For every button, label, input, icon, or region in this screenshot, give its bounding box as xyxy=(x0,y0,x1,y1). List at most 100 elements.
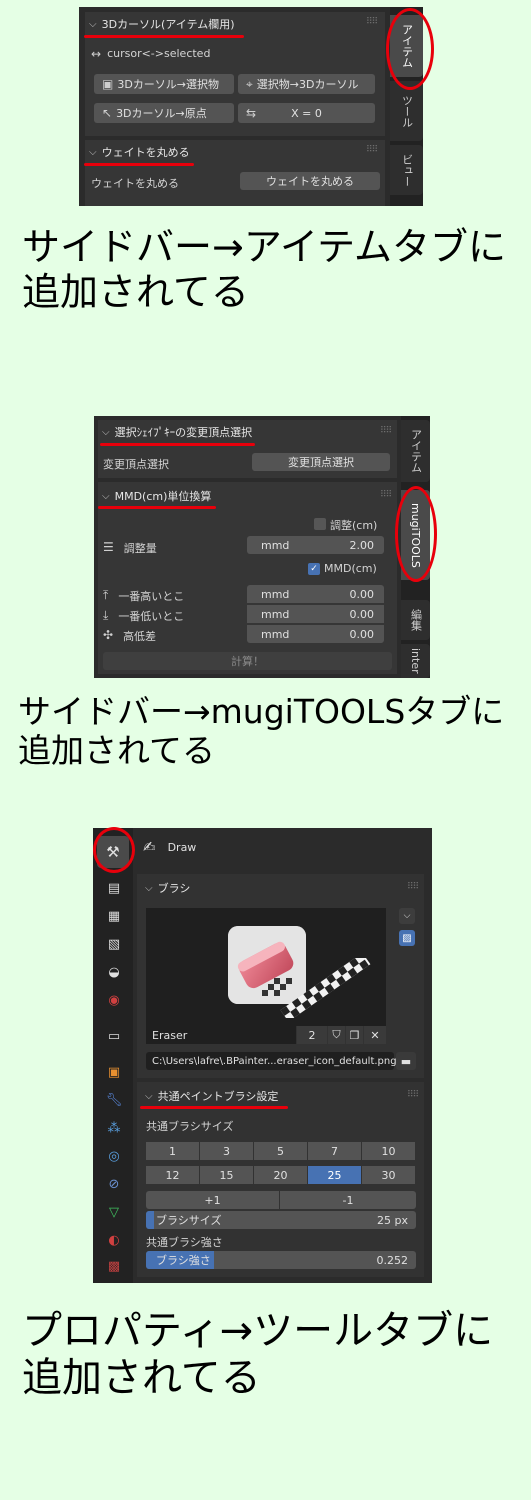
drag-grip-icon[interactable]: ⠿⠿ xyxy=(366,145,378,155)
cursor-selected-label: ↔ cursor<->selected xyxy=(91,47,211,61)
height-diff-field[interactable]: mmd 0.00 xyxy=(247,625,384,643)
size-preset-5-button[interactable]: 5 xyxy=(254,1142,307,1160)
world-icon[interactable]: ◉ xyxy=(106,992,122,1008)
folder-icon[interactable]: ▬ xyxy=(396,1052,416,1070)
swap-arrows-icon: ↔ xyxy=(91,47,102,61)
highest-field[interactable]: mmd 0.00 xyxy=(247,585,384,603)
tab-view[interactable]: ビュー xyxy=(390,145,423,195)
section-mmd-units xyxy=(98,482,397,674)
annotation-circle xyxy=(395,486,437,582)
vertex-select-label: 変更頂点選択 xyxy=(103,458,169,471)
lowest-label: ⤓ 一番低いとこ xyxy=(103,608,185,623)
screenshot-mugitools-tab: ⌵ 選択ｼｪｲﾌﾟｷｰの変更頂点選択 ⠿⠿ 変更頂点選択 変更頂点選択 ⌵ MM… xyxy=(94,416,430,678)
size-preset-15-button[interactable]: 15 xyxy=(200,1166,253,1184)
size-minus-one-button[interactable]: -1 xyxy=(280,1191,416,1209)
vertex-select-button[interactable]: 変更頂点選択 xyxy=(252,453,390,471)
size-plus-one-button[interactable]: +1 xyxy=(146,1191,279,1209)
brush-dropdown-button[interactable]: ⌵ xyxy=(399,908,415,924)
size-preset-25-button[interactable]: 25 xyxy=(308,1166,361,1184)
selected-to-cursor-button[interactable]: ⌖ 選択物→3Dカーソル xyxy=(238,74,375,94)
drag-grip-icon[interactable]: ⠿⠿ xyxy=(407,882,419,892)
size-preset-12-button[interactable]: 12 xyxy=(146,1166,199,1184)
collection-icon[interactable]: ▭ xyxy=(106,1028,122,1044)
size-preset-3-button[interactable]: 3 xyxy=(200,1142,253,1160)
section-title: 共通ペイントブラシ設定 xyxy=(157,1090,279,1103)
size-preset-1-button[interactable]: 1 xyxy=(146,1142,199,1160)
chevron-down-icon: ⌵ xyxy=(403,911,411,921)
tab-edit[interactable]: 編集 xyxy=(401,600,430,640)
cursor-target-icon: ⌖ xyxy=(246,76,253,91)
size-preset-10-button[interactable]: 10 xyxy=(362,1142,415,1160)
annotation-underline xyxy=(84,163,194,166)
unlink-close-icon[interactable]: ✕ xyxy=(364,1026,386,1044)
output-icon[interactable]: ▦ xyxy=(106,908,122,924)
drag-grip-icon[interactable]: ⠿⠿ xyxy=(380,490,392,500)
brush-name-field[interactable]: Eraser xyxy=(146,1026,296,1044)
physics-icon[interactable]: ◎ xyxy=(106,1148,122,1164)
fake-user-shield-icon[interactable]: ⛉ xyxy=(328,1026,345,1044)
data-icon[interactable]: ▽ xyxy=(106,1204,122,1220)
brush-users-count[interactable]: 2 xyxy=(297,1026,327,1044)
chevron-down-icon: ⌵ xyxy=(102,426,110,438)
view-layer-icon[interactable]: ▧ xyxy=(106,936,122,952)
tool-name: Draw xyxy=(167,840,197,854)
cursor-to-selected-button[interactable]: ▣ 3Dカーソル→選択物 xyxy=(94,74,234,94)
mmd-cm-label: MMD(cm) xyxy=(324,562,377,575)
annotation-circle xyxy=(386,8,434,90)
brush-size-slider[interactable]: ブラシサイズ 25 px xyxy=(146,1211,416,1229)
texture-icon[interactable]: ▩ xyxy=(106,1258,122,1274)
brush-preview[interactable] xyxy=(146,908,386,1026)
section-header-3d-cursor[interactable]: ⌵ 3Dカーソル(アイテム欄用) xyxy=(89,16,235,32)
section-header-round-weights[interactable]: ⌵ ウェイトを丸める xyxy=(89,144,190,160)
particles-icon[interactable]: ⁂ xyxy=(106,1120,122,1136)
drag-grip-icon[interactable]: ⠿⠿ xyxy=(366,17,378,27)
modifier-icon[interactable]: 🔧︎ xyxy=(106,1092,123,1108)
cube-icon: ▣ xyxy=(102,77,114,91)
drag-grip-icon[interactable]: ⠿⠿ xyxy=(380,426,392,436)
tab-item[interactable]: アイテム xyxy=(401,420,430,482)
lowest-field[interactable]: mmd 0.00 xyxy=(247,605,384,623)
section-header-shapekey[interactable]: ⌵ 選択ｼｪｲﾌﾟｷｰの変更頂点選択 xyxy=(102,424,252,440)
section-title: 3Dカーソル(アイテム欄用) xyxy=(101,18,235,31)
annotation-circle xyxy=(93,827,135,873)
section-header-mmd[interactable]: ⌵ MMD(cm)単位換算 xyxy=(102,488,211,504)
section-title: ブラシ xyxy=(157,882,191,895)
round-weights-button[interactable]: ウェイトを丸める xyxy=(240,172,380,190)
brush-size-fill xyxy=(146,1211,155,1229)
chevron-down-icon: ⌵ xyxy=(145,1090,153,1102)
object-icon[interactable]: ▣ xyxy=(106,1064,122,1080)
constraints-icon[interactable]: ⊘ xyxy=(106,1176,122,1192)
size-preset-7-button[interactable]: 7 xyxy=(308,1142,361,1160)
section-header-common-brush[interactable]: ⌵ 共通ペイントブラシ設定 xyxy=(145,1088,278,1104)
annotation-underline xyxy=(98,506,216,509)
brush-image-icon[interactable]: ▨ xyxy=(399,930,415,946)
cursor-to-origin-button[interactable]: ↖ 3Dカーソル→原点 xyxy=(94,103,234,123)
mmd-cm-checkbox[interactable]: ✓ xyxy=(308,563,320,575)
annotation-underline xyxy=(100,443,255,446)
arrow-up-bar-icon: ⤒ xyxy=(103,588,109,602)
drag-grip-icon[interactable]: ⠿⠿ xyxy=(407,1090,419,1100)
tool-header: ✍ Draw xyxy=(143,838,196,856)
chevron-down-icon: ⌵ xyxy=(102,490,110,502)
calculate-button[interactable]: 計算！ xyxy=(103,652,392,670)
tab-tool[interactable]: ツール xyxy=(390,81,423,141)
mirror-arrows-icon: ⇆ xyxy=(246,106,257,120)
size-preset-20-button[interactable]: 20 xyxy=(254,1166,307,1184)
brush-icon: ✍ xyxy=(143,838,156,856)
chevron-down-icon: ⌵ xyxy=(89,146,97,158)
caption-properties-tab: プロパティ→ツールタブに 追加されてる xyxy=(22,1308,494,1402)
adjust-amount-field[interactable]: mmd 2.00 xyxy=(247,536,384,554)
duplicate-icon[interactable]: ❐ xyxy=(346,1026,363,1044)
material-icon[interactable]: ◐ xyxy=(106,1232,122,1248)
brush-path-field[interactable]: C:\Users\lafre\.BPainter...eraser_icon_d… xyxy=(146,1052,397,1070)
x-zero-button[interactable]: ⇆ X = 0 xyxy=(238,103,375,123)
tab-painter[interactable]: inter xyxy=(401,644,430,678)
size-preset-30-button[interactable]: 30 xyxy=(362,1166,415,1184)
brush-size-heading: 共通ブラシサイズ xyxy=(146,1120,234,1133)
brush-strength-slider[interactable]: ブラシ強さ 0.252 xyxy=(146,1251,416,1269)
adjust-cm-checkbox[interactable] xyxy=(314,518,326,530)
chevron-down-icon: ⌵ xyxy=(89,18,97,30)
scene-icon[interactable]: ◒ xyxy=(106,964,122,980)
render-icon[interactable]: ▤ xyxy=(106,880,122,896)
section-header-brush[interactable]: ⌵ ブラシ xyxy=(145,880,190,896)
